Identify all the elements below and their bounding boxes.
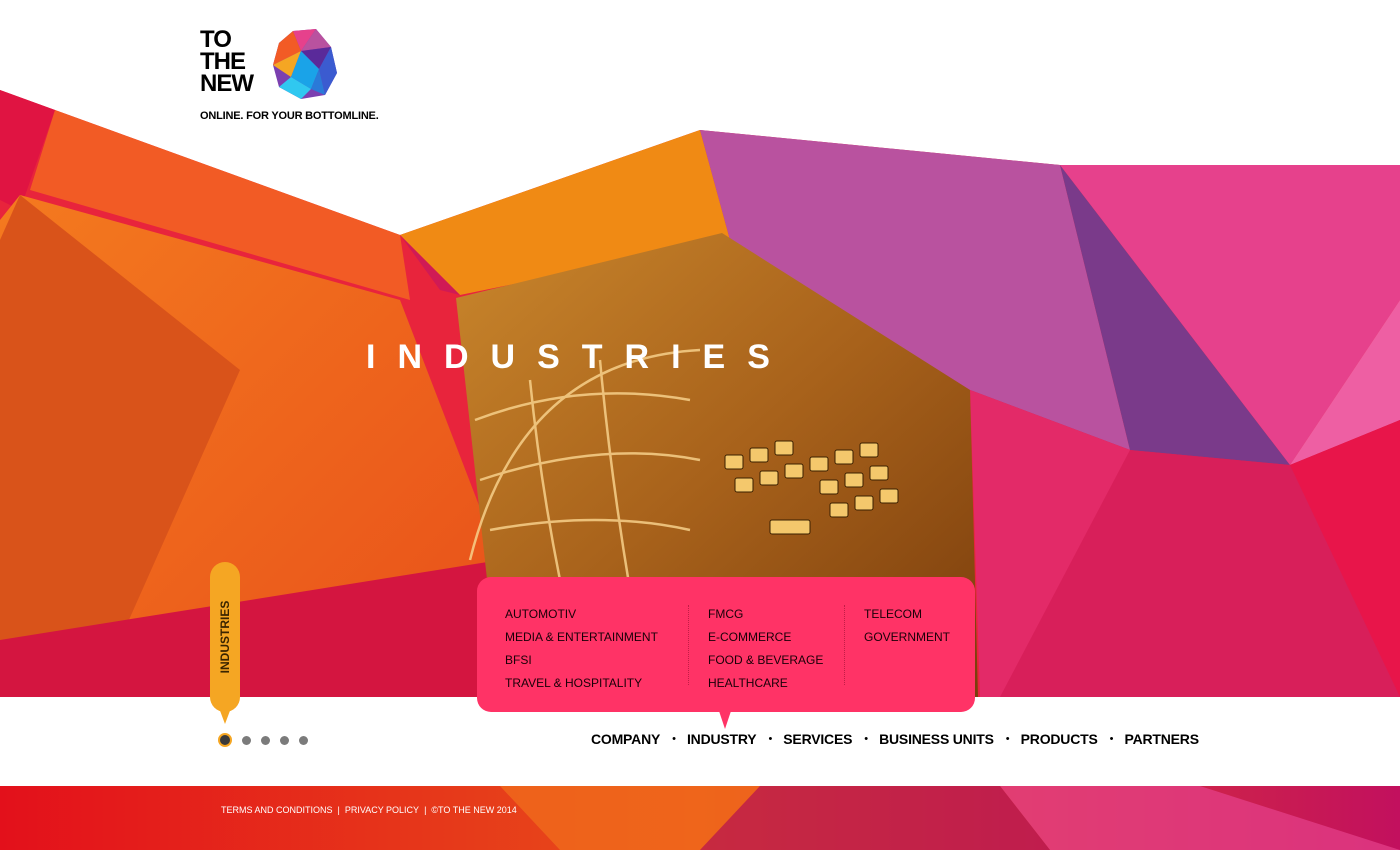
industries-column-2: FMCG E-COMMERCE FOOD & BEVERAGE HEALTHCA… [708,603,823,695]
nav-industry[interactable]: INDUSTRY [687,731,757,747]
footer-copyright: ©TO THE NEW 2014 [431,805,517,815]
industry-link-bfsi[interactable]: BFSI [505,649,658,672]
hero-background-artwork [0,90,1400,850]
side-tab-label: INDUSTRIES [218,600,232,674]
footer-separator: | [337,805,340,815]
footer-privacy-link[interactable]: PRIVACY POLICY [345,805,419,815]
industries-column-3: TELECOM GOVERNMENT [864,603,950,649]
footer-separator: | [424,805,427,815]
carousel-dot-5[interactable] [299,735,308,745]
nav-partners[interactable]: PARTNERS [1124,731,1199,747]
footer-terms-link[interactable]: TERMS AND CONDITIONS [221,805,333,815]
hero-title: INDUSTRIES [366,338,792,376]
industry-link-automotiv[interactable]: AUTOMOTIV [505,603,658,626]
footer-links: TERMS AND CONDITIONS | PRIVACY POLICY | … [221,805,517,815]
carousel-dot-1[interactable] [218,733,232,747]
carousel-dot-3[interactable] [261,735,270,745]
industry-link-healthcare[interactable]: HEALTHCARE [708,672,823,695]
carousel-dot-2[interactable] [242,735,251,745]
nav-business-units[interactable]: BUSINESS UNITS [879,731,994,747]
logo-line-3: NEW [200,70,254,97]
industry-link-telecom[interactable]: TELECOM [864,603,950,626]
industry-link-travel-hospitality[interactable]: TRAVEL & HOSPITALITY [505,672,658,695]
nav-company[interactable]: COMPANY [591,731,660,747]
nav-separator: • [672,733,676,745]
carousel-dot-4[interactable] [280,735,289,745]
industry-link-media-entertainment[interactable]: MEDIA & ENTERTAINMENT [505,626,658,649]
logo-gem-icon [273,29,337,99]
carousel-dots [218,733,318,747]
brand-logo[interactable]: TO THE NEW [200,28,254,97]
menu-column-divider [844,605,845,685]
industries-menu-panel: AUTOMOTIV MEDIA & ENTERTAINMENT BFSI TRA… [477,577,975,712]
menu-panel-pointer [719,711,731,729]
industry-link-government[interactable]: GOVERNMENT [864,626,950,649]
section-side-tab[interactable]: INDUSTRIES [210,562,240,712]
nav-separator: • [864,733,869,745]
industry-link-fmcg[interactable]: FMCG [708,603,823,626]
main-navigation: COMPANY • INDUSTRY • SERVICES • BUSINESS… [591,731,1199,747]
menu-column-divider [688,605,689,685]
nav-services[interactable]: SERVICES [783,731,852,747]
brand-tagline: ONLINE. FOR YOUR BOTTOMLINE. [200,110,379,122]
nav-separator: • [768,733,773,745]
nav-products[interactable]: PRODUCTS [1021,731,1098,747]
nav-separator: • [1109,733,1114,745]
industries-column-1: AUTOMOTIV MEDIA & ENTERTAINMENT BFSI TRA… [505,603,658,695]
industry-link-food-beverage[interactable]: FOOD & BEVERAGE [708,649,823,672]
industry-link-ecommerce[interactable]: E-COMMERCE [708,626,823,649]
nav-separator: • [1005,733,1010,745]
side-tab-pointer [219,708,231,724]
